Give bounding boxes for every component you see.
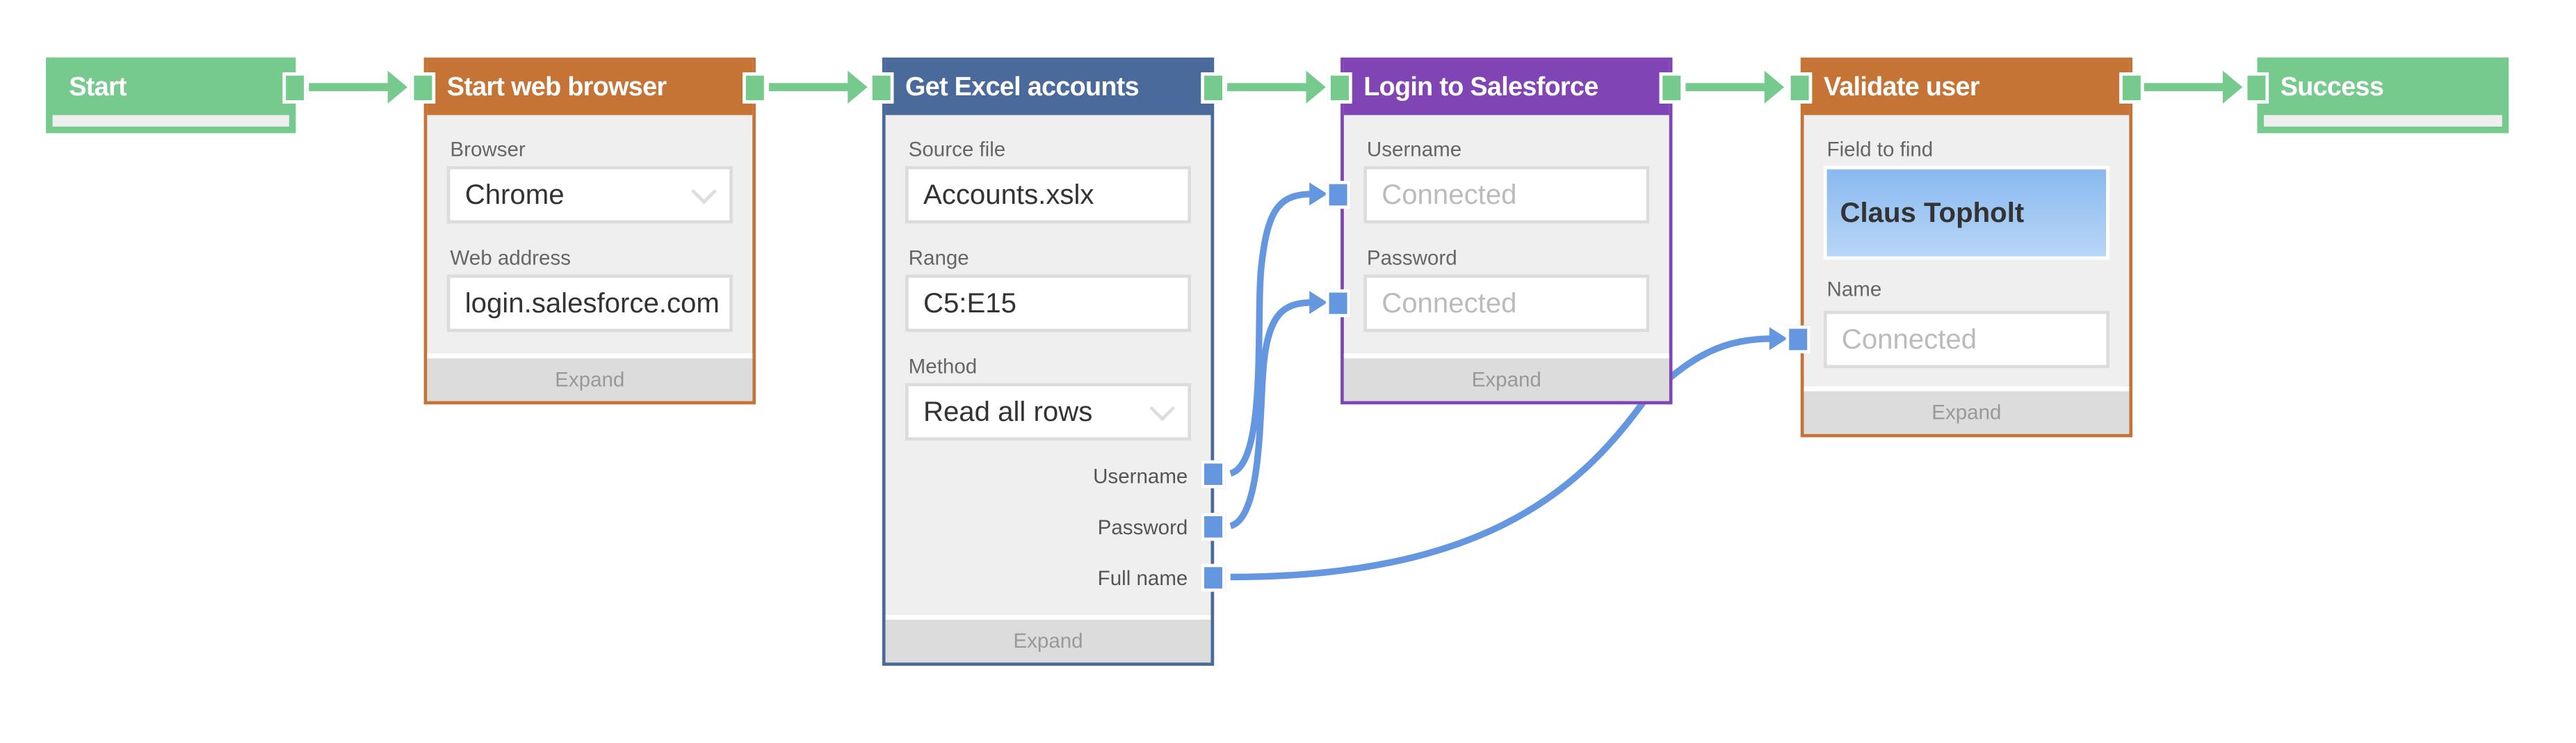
expand-button[interactable]: Expand bbox=[1804, 386, 2130, 434]
flow-in-port[interactable] bbox=[868, 72, 894, 104]
validate-user-node[interactable]: Validate user Field to find Claus Tophol… bbox=[1800, 57, 2133, 438]
get-excel-accounts-node[interactable]: Get Excel accounts Source file Accounts.… bbox=[882, 57, 1215, 666]
field-to-find-label: Field to find bbox=[1826, 138, 1934, 161]
expand-button[interactable]: Expand bbox=[1343, 353, 1669, 401]
arrowhead bbox=[2223, 70, 2243, 104]
chevron-down-icon bbox=[1149, 395, 1176, 422]
node-footer bbox=[52, 115, 289, 127]
username-label: Username bbox=[1366, 138, 1462, 161]
data-out-port-username[interactable] bbox=[1201, 460, 1226, 488]
flow-out-port[interactable] bbox=[743, 72, 768, 104]
start-node[interactable]: Start bbox=[46, 57, 296, 134]
data-in-port-name[interactable] bbox=[1785, 325, 1811, 354]
arrowhead bbox=[1769, 327, 1788, 351]
browser-select[interactable]: Chrome bbox=[446, 166, 733, 224]
login-to-salesforce-node[interactable]: Login to Salesforce Username Connected P… bbox=[1340, 57, 1673, 405]
flow-out-port[interactable] bbox=[2119, 72, 2144, 104]
web-address-label: Web address bbox=[450, 246, 571, 270]
name-input[interactable]: Connected bbox=[1823, 310, 2109, 369]
flow-in-port[interactable] bbox=[410, 72, 436, 104]
name-label: Name bbox=[1826, 278, 1882, 301]
node-title: Login to Salesforce bbox=[1343, 61, 1669, 115]
web-address-input[interactable]: login.salesforce.com bbox=[446, 274, 733, 333]
output-fullname-label: Full name bbox=[1097, 567, 1188, 591]
method-label: Method bbox=[908, 355, 978, 378]
data-connector-password bbox=[1229, 299, 1315, 529]
node-title: Get Excel accounts bbox=[885, 61, 1211, 115]
password-input[interactable]: Connected bbox=[1363, 274, 1650, 333]
username-input[interactable]: Connected bbox=[1363, 166, 1650, 224]
range-label: Range bbox=[908, 246, 969, 270]
data-out-port-password[interactable] bbox=[1201, 513, 1226, 541]
workflow-canvas: Start Start web browser Browser Chrome W… bbox=[0, 0, 2576, 743]
success-node[interactable]: Success bbox=[2257, 57, 2509, 134]
node-footer bbox=[2264, 115, 2502, 127]
node-title: Start web browser bbox=[427, 61, 753, 115]
node-title: Start bbox=[69, 74, 127, 102]
range-input[interactable]: C5:E15 bbox=[905, 274, 1192, 333]
source-file-input[interactable]: Accounts.xslx bbox=[905, 166, 1192, 224]
browser-label: Browser bbox=[450, 138, 526, 161]
browser-value: Chrome bbox=[464, 179, 565, 211]
expand-button[interactable]: Expand bbox=[427, 353, 753, 401]
chevron-down-icon bbox=[691, 178, 717, 205]
node-title: Validate user bbox=[1804, 61, 2130, 115]
start-web-browser-node[interactable]: Start web browser Browser Chrome Web add… bbox=[423, 57, 756, 405]
data-out-port-fullname[interactable] bbox=[1201, 564, 1226, 592]
arrowhead bbox=[848, 70, 868, 104]
arrowhead bbox=[1309, 182, 1328, 206]
method-value: Read all rows bbox=[923, 396, 1093, 428]
flow-out-port[interactable] bbox=[282, 72, 307, 104]
data-in-port-password[interactable] bbox=[1325, 289, 1351, 318]
connections bbox=[309, 70, 2243, 581]
method-select[interactable]: Read all rows bbox=[905, 383, 1192, 441]
flow-in-port[interactable] bbox=[1327, 72, 1352, 104]
flow-out-port[interactable] bbox=[1201, 72, 1226, 104]
flow-out-port[interactable] bbox=[1659, 72, 1684, 104]
output-password-label: Password bbox=[1097, 516, 1188, 540]
source-file-label: Source file bbox=[908, 138, 1006, 161]
password-label: Password bbox=[1366, 246, 1457, 270]
flow-in-port[interactable] bbox=[1787, 72, 1813, 104]
arrowhead bbox=[1306, 70, 1326, 104]
node-title: Success bbox=[2280, 74, 2384, 102]
arrowhead bbox=[1309, 291, 1328, 314]
data-in-port-username[interactable] bbox=[1325, 180, 1351, 209]
arrowhead bbox=[1764, 70, 1785, 104]
field-to-find-capture[interactable]: Claus Topholt bbox=[1823, 166, 2109, 260]
flow-in-port[interactable] bbox=[2244, 72, 2269, 104]
output-username-label: Username bbox=[1093, 465, 1188, 488]
arrowhead bbox=[387, 70, 407, 104]
expand-button[interactable]: Expand bbox=[885, 614, 1211, 663]
